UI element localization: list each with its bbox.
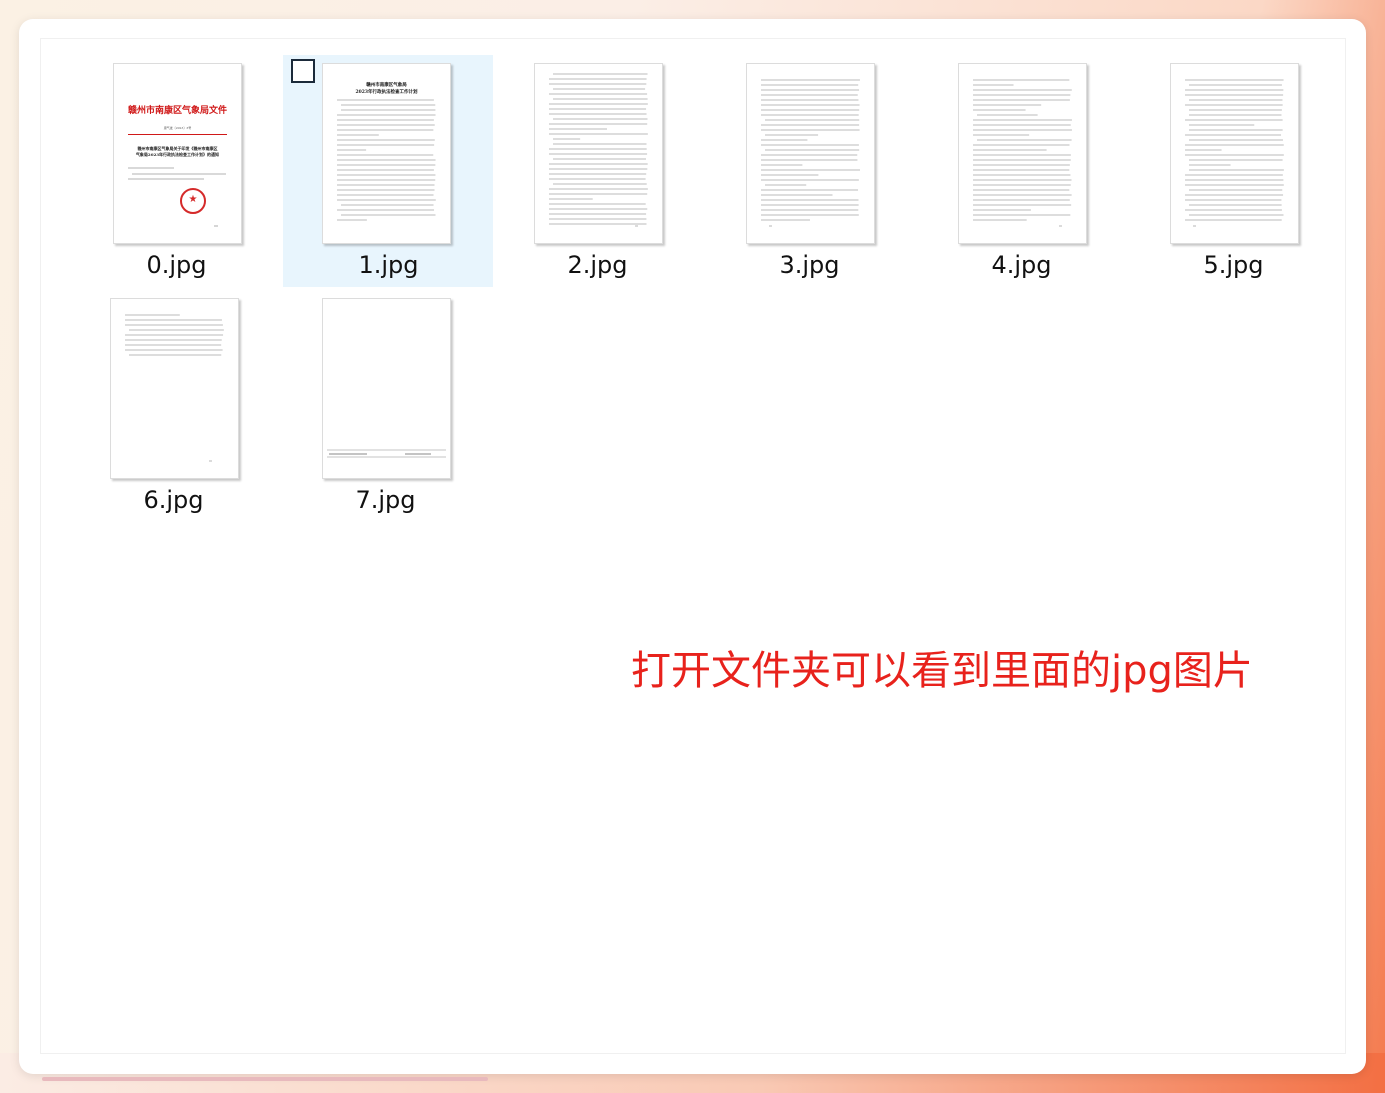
thumbnail-page-6 bbox=[110, 298, 239, 479]
thumb-text-lines bbox=[327, 449, 446, 458]
thumb-text-lines bbox=[337, 99, 436, 221]
thumb-text-lines bbox=[125, 314, 224, 462]
thumb-text-lines bbox=[973, 79, 1072, 227]
file-item-6[interactable]: 6.jpg bbox=[83, 290, 293, 522]
file-name-label: 7.jpg bbox=[355, 486, 416, 514]
file-name-label: 6.jpg bbox=[143, 486, 204, 514]
file-item-1[interactable]: 赣州市南康区气象局 2023年行政执法检查工作计划 1.jpg bbox=[283, 55, 493, 287]
file-item-7[interactable]: 7.jpg bbox=[295, 290, 505, 522]
red-seal-stamp: ★ bbox=[180, 188, 206, 214]
select-checkbox[interactable] bbox=[291, 59, 315, 83]
thumbnail-page-1: 赣州市南康区气象局 2023年行政执法检查工作计划 bbox=[322, 63, 451, 244]
horizontal-scrollbar[interactable] bbox=[42, 1077, 488, 1081]
file-name-label: 0.jpg bbox=[146, 251, 207, 279]
thumb-text-lines bbox=[549, 73, 648, 227]
file-name-label: 4.jpg bbox=[991, 251, 1052, 279]
file-item-3[interactable]: 3.jpg bbox=[719, 55, 929, 287]
thumb-text-lines bbox=[128, 167, 226, 227]
thumb-text-lines bbox=[1185, 79, 1284, 227]
thumbnail-page-3 bbox=[746, 63, 875, 244]
thumbnail-page-4 bbox=[958, 63, 1087, 244]
file-name-label: 2.jpg bbox=[567, 251, 628, 279]
file-item-2[interactable]: 2.jpg bbox=[507, 55, 717, 287]
thumbnail-page-0: 赣州市南康区气象局文件 康气发〔2023〕3号 赣州市南康区气象局关于印发《赣州… bbox=[113, 63, 242, 244]
file-item-5[interactable]: 5.jpg bbox=[1143, 55, 1353, 287]
thumbnail-page-7 bbox=[322, 298, 451, 479]
thumbnail-page-5 bbox=[1170, 63, 1299, 244]
annotation-text: 打开文件夹可以看到里面的jpg图片 bbox=[631, 648, 1253, 694]
file-name-label: 1.jpg bbox=[358, 251, 419, 279]
file-item-4[interactable]: 4.jpg bbox=[931, 55, 1141, 287]
file-name-label: 5.jpg bbox=[1203, 251, 1264, 279]
file-name-label: 3.jpg bbox=[779, 251, 840, 279]
file-item-0[interactable]: 赣州市南康区气象局文件 康气发〔2023〕3号 赣州市南康区气象局关于印发《赣州… bbox=[86, 55, 296, 287]
thumbnail-page-2 bbox=[534, 63, 663, 244]
thumb-text-lines bbox=[761, 79, 860, 227]
